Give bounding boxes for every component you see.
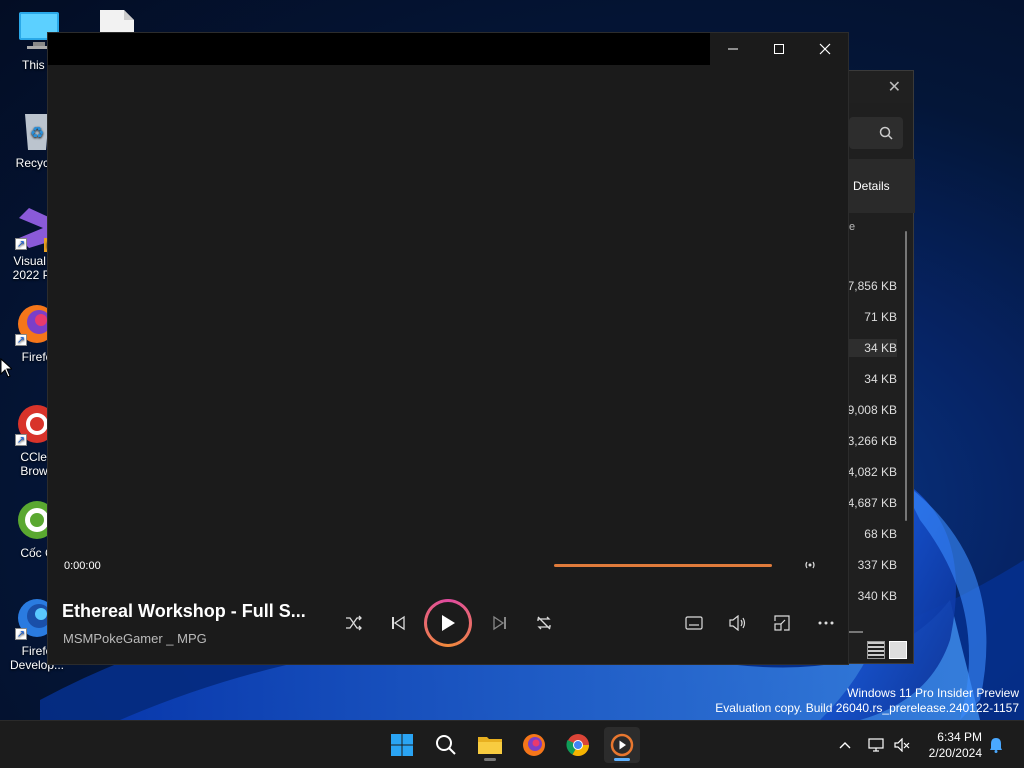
captions-icon xyxy=(685,616,703,630)
mini-player-icon xyxy=(774,615,790,631)
taskbar-media-player[interactable] xyxy=(604,727,640,763)
network-icon xyxy=(868,738,884,752)
mini-player-button[interactable] xyxy=(768,611,796,635)
window-controls xyxy=(710,33,848,65)
chrome-icon xyxy=(566,734,589,756)
shortcut-arrow-icon: ↗ xyxy=(15,238,27,250)
next-icon xyxy=(493,615,506,631)
shuffle-button[interactable] xyxy=(340,611,368,635)
taskbar-chrome[interactable] xyxy=(560,727,596,763)
firefox-icon xyxy=(523,734,545,756)
search-icon xyxy=(436,735,456,755)
next-button[interactable] xyxy=(486,611,514,635)
folder-icon xyxy=(478,737,502,754)
chevron-up-icon xyxy=(839,742,851,749)
volume-tray-button[interactable] xyxy=(892,721,912,768)
column-header-partial: e xyxy=(849,221,856,233)
notifications-button[interactable] xyxy=(986,721,1006,768)
more-icon xyxy=(818,621,834,625)
cast-icon xyxy=(805,561,815,569)
player-titlebar[interactable] xyxy=(48,33,848,65)
watermark-line1: Windows 11 Pro Insider Preview xyxy=(847,686,1019,700)
track-artist[interactable]: MSMPokeGamer _ MPG xyxy=(63,631,207,646)
clock-date: 2/20/2024 xyxy=(928,746,982,760)
seek-bar[interactable] xyxy=(554,564,772,567)
shortcut-arrow-icon: ↗ xyxy=(15,628,27,640)
maximize-icon xyxy=(774,44,784,54)
track-title[interactable]: Ethereal Workshop - Full S... xyxy=(62,601,322,622)
cast-button[interactable] xyxy=(802,558,818,577)
running-indicator xyxy=(484,758,496,761)
taskbar: 6:34 PM 2/20/2024 xyxy=(0,720,1024,768)
shortcut-arrow-icon: ↗ xyxy=(15,334,27,346)
minimize-icon xyxy=(728,48,738,50)
windows-watermark: Windows 11 Pro Insider Preview Evaluatio… xyxy=(715,686,1019,716)
previous-icon xyxy=(392,615,405,631)
start-button[interactable] xyxy=(384,727,420,763)
volume-button[interactable] xyxy=(724,611,752,635)
close-icon xyxy=(819,43,831,55)
play-button[interactable] xyxy=(424,599,472,647)
volume-muted-icon xyxy=(894,738,910,752)
previous-button[interactable] xyxy=(384,611,412,635)
minimize-button[interactable] xyxy=(710,33,756,65)
windows-logo-icon xyxy=(391,734,413,756)
maximize-button[interactable] xyxy=(756,33,802,65)
details-button[interactable]: Details xyxy=(853,179,890,193)
show-hidden-icons-button[interactable] xyxy=(834,721,856,768)
repeat-button[interactable] xyxy=(530,611,558,635)
volume-icon xyxy=(729,615,746,631)
captions-button[interactable] xyxy=(680,611,708,635)
current-time: 0:00:00 xyxy=(64,560,101,572)
large-icons-view-icon[interactable] xyxy=(889,641,907,659)
explorer-scrollbar[interactable] xyxy=(905,231,907,521)
clock-time: 6:34 PM xyxy=(937,730,982,744)
mouse-cursor-icon xyxy=(0,358,12,378)
search-button[interactable] xyxy=(428,727,464,763)
media-player-icon xyxy=(610,733,634,757)
media-player-window[interactable]: 0:00:00 Ethereal Workshop - Full S... MS… xyxy=(47,32,849,665)
play-icon xyxy=(442,615,455,631)
taskbar-firefox[interactable] xyxy=(516,727,552,763)
explorer-close-icon[interactable]: ✕ xyxy=(888,77,901,97)
active-indicator xyxy=(614,758,630,761)
taskbar-clock[interactable]: 6:34 PM 2/20/2024 xyxy=(929,729,982,761)
svg-text:♻: ♻ xyxy=(30,125,44,142)
watermark-line2: Evaluation copy. Build 26040.rs_prerelea… xyxy=(715,701,1019,715)
view-switcher xyxy=(867,641,907,659)
more-options-button[interactable] xyxy=(812,611,840,635)
network-button[interactable] xyxy=(866,721,886,768)
bell-icon xyxy=(990,738,1002,753)
shuffle-icon xyxy=(346,615,362,631)
horizontal-scrollbar[interactable] xyxy=(849,631,863,633)
explorer-search-box[interactable] xyxy=(849,117,903,149)
taskbar-file-explorer[interactable] xyxy=(472,727,508,763)
search-icon xyxy=(879,126,893,140)
shortcut-arrow-icon: ↗ xyxy=(15,434,27,446)
play-button-inner xyxy=(427,602,469,644)
repeat-off-icon xyxy=(537,616,551,630)
close-button[interactable] xyxy=(802,33,848,65)
details-view-icon[interactable] xyxy=(867,641,885,659)
video-area[interactable] xyxy=(48,65,848,585)
